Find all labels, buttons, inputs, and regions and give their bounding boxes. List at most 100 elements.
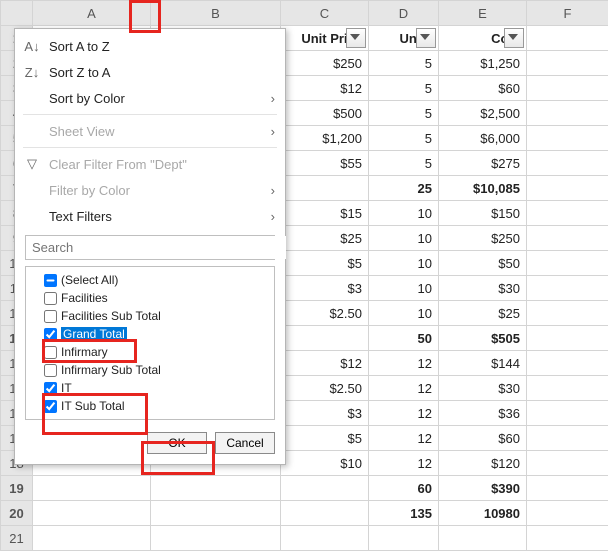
cell[interactable]: $150	[439, 201, 527, 226]
col-header-C[interactable]: C	[281, 1, 369, 26]
cell[interactable]	[527, 351, 608, 376]
cell[interactable]: $1,250	[439, 51, 527, 76]
cell[interactable]	[151, 501, 281, 526]
checkbox[interactable]	[44, 328, 57, 341]
cell[interactable]	[281, 526, 369, 551]
col-header-E[interactable]: E	[439, 1, 527, 26]
cell[interactable]: $2,500	[439, 101, 527, 126]
cell[interactable]: 12	[369, 426, 439, 451]
cell[interactable]	[527, 226, 608, 251]
cell[interactable]: $55	[281, 151, 369, 176]
cell[interactable]: $500	[281, 101, 369, 126]
filter-button-price[interactable]	[346, 28, 366, 48]
cell[interactable]: 12	[369, 351, 439, 376]
checkbox[interactable]	[44, 400, 57, 413]
cell[interactable]: $1,200	[281, 126, 369, 151]
cell[interactable]	[33, 476, 151, 501]
cell[interactable]: 12	[369, 401, 439, 426]
cell[interactable]: 10	[369, 276, 439, 301]
cell[interactable]	[527, 76, 608, 101]
cell[interactable]	[281, 326, 369, 351]
cell[interactable]	[527, 176, 608, 201]
col-header-F[interactable]: F	[527, 1, 608, 26]
filter-check-item[interactable]: (Select All)	[30, 271, 272, 289]
cell[interactable]: $5	[281, 426, 369, 451]
cell[interactable]: 12	[369, 451, 439, 476]
cell[interactable]: $36	[439, 401, 527, 426]
cell[interactable]: $25	[281, 226, 369, 251]
cell[interactable]	[527, 101, 608, 126]
cell[interactable]	[527, 276, 608, 301]
cell[interactable]: $5	[281, 251, 369, 276]
checkbox[interactable]	[44, 364, 57, 377]
cell[interactable]: $250	[439, 226, 527, 251]
cell[interactable]: 10	[369, 251, 439, 276]
cell[interactable]	[527, 326, 608, 351]
cell[interactable]	[527, 51, 608, 76]
col-header-B[interactable]: B	[151, 1, 281, 26]
filter-check-item[interactable]: Infirmary Sub Total	[30, 361, 272, 379]
cell[interactable]	[527, 376, 608, 401]
cell[interactable]: $6,000	[439, 126, 527, 151]
cell[interactable]	[527, 251, 608, 276]
cell[interactable]: $2.50	[281, 301, 369, 326]
cell[interactable]: $505	[439, 326, 527, 351]
col-header-A[interactable]: A	[33, 1, 151, 26]
cell[interactable]	[527, 451, 608, 476]
col-header-D[interactable]: D	[369, 1, 439, 26]
cell[interactable]: $50	[439, 251, 527, 276]
row-header[interactable]: 20	[1, 501, 33, 526]
filter-check-item[interactable]: Grand Total	[30, 325, 272, 343]
cell[interactable]: $25	[439, 301, 527, 326]
cell[interactable]: 5	[369, 151, 439, 176]
cell[interactable]: 5	[369, 76, 439, 101]
cell[interactable]	[33, 526, 151, 551]
checkbox[interactable]	[44, 346, 57, 359]
cell[interactable]: 50	[369, 326, 439, 351]
checkbox[interactable]	[44, 382, 57, 395]
cell[interactable]: $275	[439, 151, 527, 176]
cell[interactable]	[439, 526, 527, 551]
cell[interactable]	[527, 476, 608, 501]
cell[interactable]: 60	[369, 476, 439, 501]
cell[interactable]: 5	[369, 51, 439, 76]
filter-button-cost[interactable]	[504, 28, 524, 48]
checkbox[interactable]	[44, 274, 57, 287]
cell[interactable]: $30	[439, 276, 527, 301]
filter-check-item[interactable]: IT Sub Total	[30, 397, 272, 415]
cell[interactable]: 135	[369, 501, 439, 526]
cell[interactable]	[527, 501, 608, 526]
cell[interactable]	[151, 526, 281, 551]
cell[interactable]	[33, 501, 151, 526]
cell[interactable]	[281, 176, 369, 201]
cell[interactable]: $3	[281, 276, 369, 301]
cell[interactable]: 10980	[439, 501, 527, 526]
cell[interactable]: $250	[281, 51, 369, 76]
row-header[interactable]: 19	[1, 476, 33, 501]
filter-check-item[interactable]: Facilities	[30, 289, 272, 307]
filter-button-units[interactable]	[416, 28, 436, 48]
text-filters[interactable]: Text Filters›	[15, 203, 285, 229]
cell[interactable]	[369, 526, 439, 551]
filter-check-item[interactable]: Facilities Sub Total	[30, 307, 272, 325]
cell[interactable]	[527, 151, 608, 176]
cell[interactable]: $12	[281, 351, 369, 376]
checkbox[interactable]	[44, 310, 57, 323]
cell[interactable]: 10	[369, 201, 439, 226]
cell[interactable]: $15	[281, 201, 369, 226]
cell[interactable]	[527, 301, 608, 326]
sort-by-color[interactable]: Sort by Color›	[15, 85, 285, 111]
row-header[interactable]: 21	[1, 526, 33, 551]
cell[interactable]: 10	[369, 301, 439, 326]
checkbox[interactable]	[44, 292, 57, 305]
cell[interactable]: $60	[439, 76, 527, 101]
cell[interactable]: $30	[439, 376, 527, 401]
sort-za[interactable]: Z↓Sort Z to A	[15, 59, 285, 85]
cell[interactable]: $120	[439, 451, 527, 476]
cell[interactable]: 10	[369, 226, 439, 251]
filter-check-item[interactable]: Infirmary	[30, 343, 272, 361]
cell[interactable]	[527, 201, 608, 226]
cell[interactable]	[527, 401, 608, 426]
cell[interactable]	[151, 476, 281, 501]
cell[interactable]: $10	[281, 451, 369, 476]
